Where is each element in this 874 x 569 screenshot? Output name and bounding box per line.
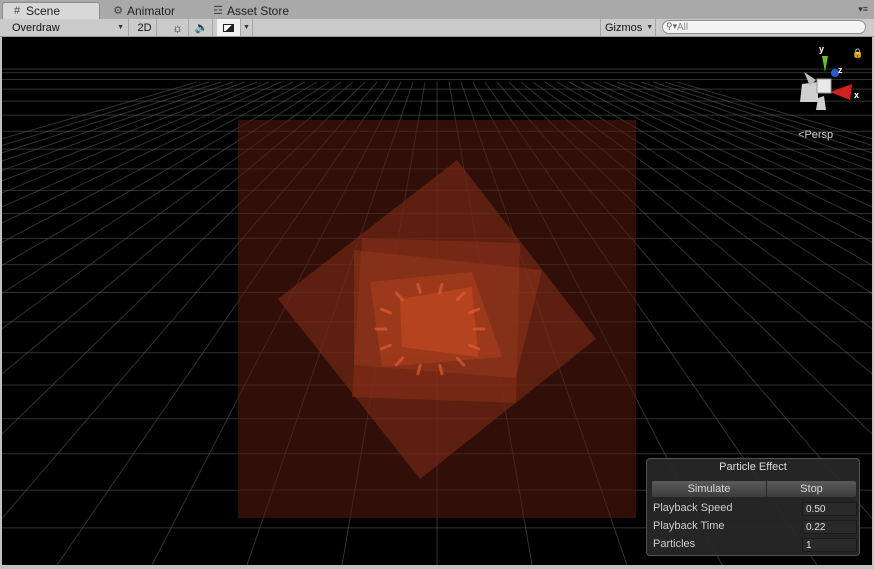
sun-icon: ☼	[172, 20, 183, 35]
render-mode-dropdown[interactable]: Overdraw ▼	[6, 19, 129, 36]
search-icon: ⚲▾	[666, 21, 678, 31]
simulate-label: Simulate	[687, 483, 731, 495]
playback-speed-label: Playback Speed	[653, 502, 733, 514]
scene-toolbar: Overdraw ▼ 2D ☼ 🔈 ▼ Gizmos ▼ ⚲▾ All	[0, 19, 874, 37]
scene-lighting-button[interactable]: ☼	[167, 19, 189, 36]
particle-effect-panel: Particle Effect Simulate Stop Playback S…	[646, 458, 860, 556]
speaker-icon: 🔈	[194, 22, 209, 34]
chevron-down-icon: ▼	[117, 24, 124, 31]
playback-time-label: Playback Time	[653, 520, 725, 532]
panel-title: Particle Effect	[719, 461, 787, 473]
image-icon	[223, 23, 234, 32]
simulate-button[interactable]: Simulate	[651, 480, 767, 498]
animator-icon: ⚙	[113, 5, 123, 17]
scene-effects-button[interactable]	[217, 19, 241, 36]
tab-asset-store[interactable]: ☲ Asset Store	[204, 2, 314, 19]
playback-speed-field[interactable]: 0.50	[802, 502, 857, 516]
tab-bar: # Scene ⚙ Animator ☲ Asset Store ▾≡	[0, 0, 874, 20]
gizmo-neg-x-cone[interactable]	[800, 82, 818, 102]
chevron-down-icon: ▼	[646, 24, 654, 31]
gizmo-x-cone[interactable]	[830, 84, 852, 100]
gizmo-y-label: y	[819, 44, 824, 54]
gizmo-center-cube[interactable]	[816, 78, 832, 94]
overdraw-particles	[238, 120, 636, 518]
chevron-down-icon: ▼	[243, 24, 250, 31]
toggle-2d-button[interactable]: 2D	[133, 19, 157, 36]
tab-asset-store-label: Asset Store	[227, 3, 290, 18]
gizmo-x-label: x	[854, 90, 859, 100]
scene-hash-icon: #	[13, 5, 21, 17]
gizmo-z-label: z	[838, 65, 843, 75]
scene-search-input[interactable]: ⚲▾ All	[662, 20, 866, 34]
tab-scene-label: Scene	[26, 4, 61, 18]
asset-store-icon: ☲	[213, 5, 223, 17]
tab-animator[interactable]: ⚙ Animator	[104, 2, 204, 19]
particles-count-field: 1	[802, 538, 857, 552]
scene-audio-button[interactable]: 🔈	[191, 19, 213, 36]
particles-label: Particles	[653, 538, 696, 550]
toggle-2d-label: 2D	[137, 21, 152, 34]
orientation-gizmo[interactable]: y z x	[790, 42, 860, 112]
render-mode-label: Overdraw	[12, 21, 60, 34]
playback-time-field[interactable]: 0.22	[802, 520, 857, 534]
search-placeholder: All	[677, 21, 689, 33]
projection-toggle[interactable]: <Persp	[798, 129, 833, 141]
gizmo-y-cone[interactable]	[822, 56, 828, 72]
tab-animator-label: Animator	[127, 3, 176, 18]
tab-menu-icon[interactable]: ▾≡	[858, 4, 868, 15]
particle-quad-core	[400, 287, 478, 357]
stop-button[interactable]: Stop	[766, 480, 857, 498]
lock-icon[interactable]: 🔒	[852, 48, 863, 59]
tab-scene[interactable]: # Scene	[2, 2, 100, 19]
projection-label: Persp	[804, 129, 834, 141]
gizmos-label: Gizmos	[605, 21, 643, 34]
scene-effects-dropdown[interactable]: ▼	[241, 19, 253, 36]
gizmos-dropdown[interactable]: Gizmos ▼	[600, 19, 656, 36]
stop-label: Stop	[800, 483, 823, 495]
